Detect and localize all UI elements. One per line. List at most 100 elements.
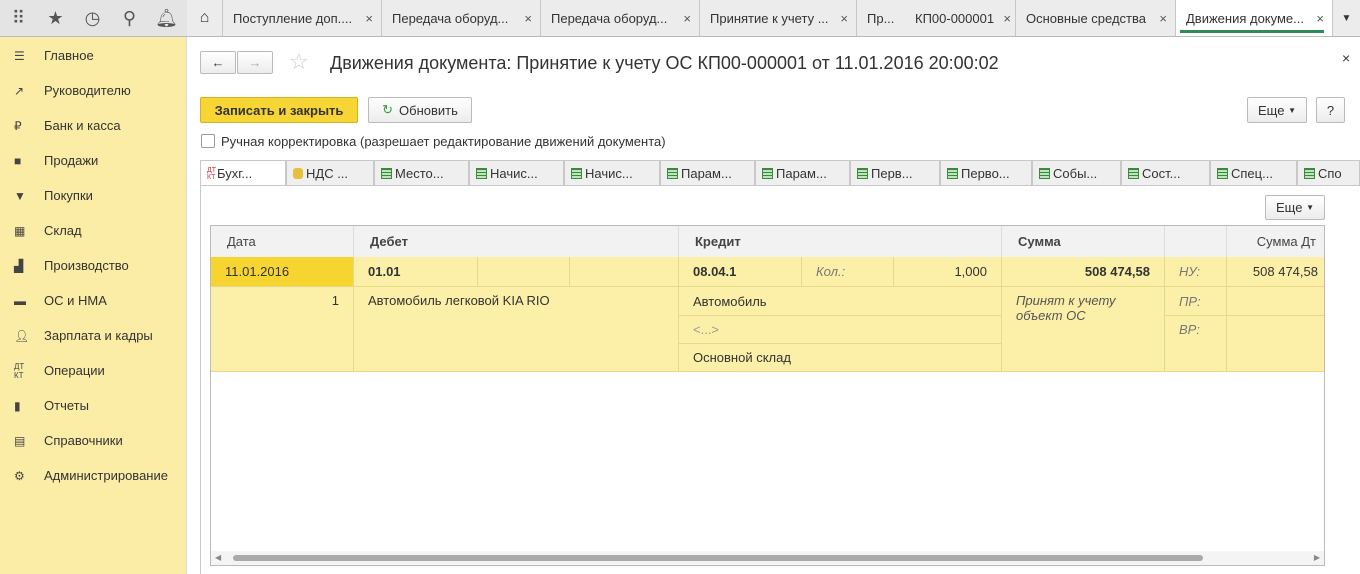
sidebar-item-catalogs[interactable]: ▤ Справочники: [0, 423, 186, 458]
tab-accounting[interactable]: ДТ КТ Бухг...: [200, 160, 286, 186]
sidebar: ☰ Главное ↗ Руководителю ₽ Банк и касса ■ Пр…: [0, 37, 187, 574]
tab-label: Собы...: [1053, 165, 1098, 181]
help-button[interactable]: ?: [1316, 97, 1345, 123]
sidebar-item-label: Продажи: [44, 153, 99, 168]
open-tab[interactable]: Передача оборуд... ×: [541, 0, 700, 36]
tab-label: Передача оборуд...: [392, 10, 509, 26]
open-tab[interactable]: Основные средства ×: [1016, 0, 1176, 36]
credit-subconto-cell[interactable]: Основной склад: [679, 344, 1002, 372]
book-icon: ▤: [14, 433, 26, 448]
scroll-left-icon[interactable]: ◀: [215, 553, 221, 562]
close-icon[interactable]: ×: [1003, 11, 1011, 26]
sidebar-item-operations[interactable]: ДТ КТ Операции: [0, 353, 186, 388]
close-icon[interactable]: ×: [683, 11, 691, 26]
close-icon[interactable]: ×: [524, 11, 532, 26]
forward-button[interactable]: →: [237, 51, 273, 74]
date-cell[interactable]: 11.01.2016: [211, 257, 354, 287]
horizontal-scrollbar[interactable]: ◀ ▶: [211, 551, 1324, 565]
sidebar-item-bank[interactable]: ₽ Банк и касса: [0, 108, 186, 143]
close-icon[interactable]: ×: [1159, 11, 1167, 26]
tab-label: Движения докуме...: [1186, 10, 1304, 26]
scrollbar-thumb[interactable]: [233, 555, 1203, 561]
doc-tab[interactable]: Сост...: [1121, 160, 1210, 185]
sum-dt-pr-cell[interactable]: [1227, 287, 1324, 316]
doc-tab[interactable]: Перв...: [850, 160, 940, 185]
home-icon[interactable]: ⌂: [187, 0, 223, 36]
favorite-star-icon[interactable]: ☆: [289, 49, 309, 75]
close-icon[interactable]: ×: [365, 11, 373, 26]
col-date[interactable]: Дата: [211, 226, 354, 257]
col-sum-dt[interactable]: Сумма Дт: [1227, 226, 1324, 257]
credit-subconto-cell[interactable]: Автомобиль: [679, 287, 1002, 316]
sidebar-item-admin[interactable]: ⚙ Администрирование: [0, 458, 186, 493]
col-debit[interactable]: Дебет: [354, 226, 679, 257]
close-icon[interactable]: ×: [840, 11, 848, 26]
tab-label: Спец...: [1231, 165, 1273, 181]
content-cell[interactable]: Принят к учету объект ОС: [1002, 287, 1165, 372]
back-button[interactable]: ←: [200, 51, 236, 74]
star-icon[interactable]: ★: [37, 8, 74, 29]
doc-tab[interactable]: Собы...: [1032, 160, 1121, 185]
sidebar-item-label: Главное: [44, 48, 94, 63]
sidebar-item-label: Справочники: [44, 433, 123, 448]
search-icon[interactable]: ⚲: [111, 8, 148, 29]
apps-icon[interactable]: ⠿: [0, 8, 37, 29]
debit-account-cell[interactable]: 01.01: [354, 257, 478, 287]
doc-tab[interactable]: Место...: [374, 160, 469, 185]
close-icon[interactable]: ×: [1316, 11, 1324, 26]
debit-subconto-cell[interactable]: Автомобиль легковой KIA RIO: [354, 287, 679, 372]
tabs-dropdown-icon[interactable]: ▼: [1333, 0, 1360, 36]
col-blank[interactable]: [1165, 226, 1227, 257]
tab-label: Спо: [1318, 165, 1342, 181]
register-icon: [1217, 167, 1228, 179]
scroll-right-icon[interactable]: ▶: [1314, 553, 1320, 562]
bell-icon[interactable]: 🔔︎: [148, 8, 185, 29]
sidebar-item-main[interactable]: ☰ Главное: [0, 38, 186, 73]
register-icon: [1304, 167, 1315, 179]
doc-tab[interactable]: Спо: [1297, 160, 1360, 185]
debit-subconto-cell[interactable]: [478, 257, 570, 287]
col-sum[interactable]: Сумма: [1002, 226, 1165, 257]
sidebar-item-sales[interactable]: ■ Продажи: [0, 143, 186, 178]
sidebar-item-reports[interactable]: ▮ Отчеты: [0, 388, 186, 423]
open-tab[interactable]: Поступление доп.... ×: [223, 0, 382, 36]
credit-subconto-cell[interactable]: <...>: [679, 316, 1002, 344]
tab-label: НДС ...: [306, 165, 349, 181]
doc-tab[interactable]: Начис...: [469, 160, 564, 185]
col-credit[interactable]: Кредит: [679, 226, 1002, 257]
tab-label: Принятие к учету ...: [710, 10, 829, 26]
dt-kt-icon: ДТ КТ: [14, 361, 25, 380]
open-tab-active[interactable]: Движения докуме... ×: [1176, 0, 1333, 36]
doc-tab[interactable]: Начис...: [564, 160, 660, 185]
sidebar-item-assets[interactable]: ▬ ОС и НМА: [0, 283, 186, 318]
manual-correction-checkbox[interactable]: [201, 134, 215, 148]
doc-tab[interactable]: Парам...: [755, 160, 850, 185]
tab-vat[interactable]: НДС ...: [286, 160, 374, 185]
save-close-button[interactable]: Записать и закрыть: [200, 97, 358, 123]
credit-account-cell[interactable]: 08.04.1: [679, 257, 802, 287]
sidebar-item-purchases[interactable]: ▼ Покупки: [0, 178, 186, 213]
sum-dt-cell[interactable]: 508 474,58: [1227, 257, 1324, 287]
sidebar-item-label: Зарплата и кадры: [44, 328, 153, 343]
table-more-button[interactable]: Еще ▼: [1265, 195, 1325, 220]
open-tab[interactable]: Передача оборуд... ×: [382, 0, 541, 36]
doc-tab[interactable]: Перво...: [940, 160, 1032, 185]
sidebar-item-manager[interactable]: ↗ Руководителю: [0, 73, 186, 108]
open-tab[interactable]: КП00-000001 ×: [905, 0, 1016, 36]
sidebar-item-salary[interactable]: 👤︎ Зарплата и кадры: [0, 318, 186, 353]
open-tab[interactable]: Пр...: [857, 0, 905, 36]
sidebar-item-production[interactable]: ▟ Производство: [0, 248, 186, 283]
qty-cell[interactable]: 1,000: [894, 257, 1002, 287]
history-icon[interactable]: ◷: [74, 8, 111, 29]
tab-label: Пр...: [867, 10, 895, 26]
more-button[interactable]: Еще ▼: [1247, 97, 1307, 123]
doc-tab[interactable]: Спец...: [1210, 160, 1297, 185]
refresh-button[interactable]: ↻ Обновить: [368, 97, 472, 123]
debit-subconto-cell[interactable]: [570, 257, 679, 287]
close-icon[interactable]: ×: [1342, 50, 1350, 66]
doc-tab[interactable]: Парам...: [660, 160, 755, 185]
open-tab[interactable]: Принятие к учету ... ×: [700, 0, 857, 36]
sum-dt-vr-cell[interactable]: [1227, 316, 1324, 372]
sidebar-item-warehouse[interactable]: ▦ Склад: [0, 213, 186, 248]
sum-cell[interactable]: 508 474,58: [1002, 257, 1165, 287]
